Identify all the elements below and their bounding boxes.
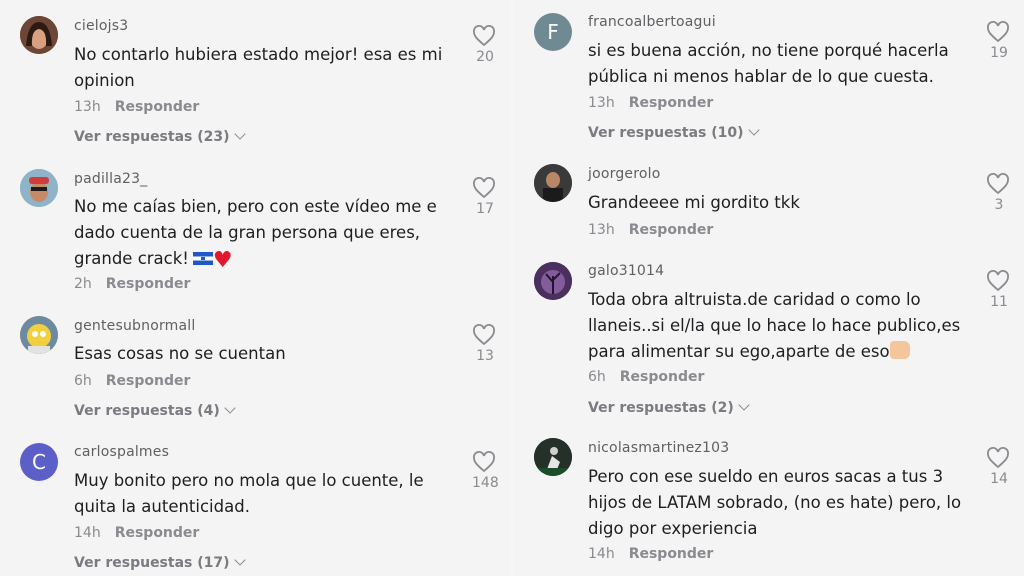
comment-username[interactable]: galo31014 xyxy=(588,263,664,279)
comment-username[interactable]: carlospalmes xyxy=(74,444,169,460)
view-replies-button[interactable]: Ver respuestas (10) xyxy=(588,124,760,141)
like-button[interactable]: 14 xyxy=(986,447,1012,487)
like-button[interactable]: 13 xyxy=(472,324,498,364)
chevron-down-icon xyxy=(224,402,236,414)
honduras-flag-emoji xyxy=(192,252,213,265)
comment-username[interactable]: joorgerolo xyxy=(588,166,661,182)
comment-meta: 13h Responder xyxy=(588,95,713,111)
avatar-photo xyxy=(534,438,572,476)
comment-time: 13h xyxy=(74,99,101,115)
like-button[interactable]: 148 xyxy=(472,451,499,491)
view-replies-button[interactable]: Ver respuestas (17) xyxy=(74,554,246,571)
comment-meta: 2h Responder xyxy=(74,276,190,292)
view-replies-button[interactable]: Ver respuestas (4) xyxy=(74,402,236,419)
heart-outline-icon xyxy=(473,451,495,473)
like-count: 13 xyxy=(476,348,494,364)
reply-button[interactable]: Responder xyxy=(115,99,200,115)
comment-username[interactable]: gentesubnormall xyxy=(74,318,195,334)
reply-button[interactable]: Responder xyxy=(629,222,714,238)
like-count: 14 xyxy=(990,471,1008,487)
heart-outline-icon xyxy=(987,447,1009,469)
comment-meta: 14h Responder xyxy=(74,525,199,541)
heart-outline-icon xyxy=(987,270,1009,292)
reply-button[interactable]: Responder xyxy=(106,276,191,292)
comments-column-right: F francoalbertoagui si es buena acción, … xyxy=(514,0,1024,576)
comment-time: 13h xyxy=(588,222,615,238)
view-replies-button[interactable]: Ver respuestas (2) xyxy=(588,399,750,416)
avatar-photo xyxy=(534,164,572,202)
reply-button[interactable]: Responder xyxy=(629,546,714,562)
comment-text: si es buena acción, no tiene porqué hace… xyxy=(588,41,949,86)
comment-meta: 13h Responder xyxy=(74,99,199,115)
comment-username[interactable]: nicolasmartinez103 xyxy=(588,440,729,456)
avatar[interactable] xyxy=(20,16,58,54)
like-button[interactable]: 20 xyxy=(472,25,498,65)
like-button[interactable]: 19 xyxy=(986,21,1012,61)
like-button[interactable]: 17 xyxy=(472,177,498,217)
avatar-photo xyxy=(20,316,58,354)
heart-outline-icon xyxy=(987,173,1009,195)
comment-time: 2h xyxy=(74,276,92,292)
avatar[interactable] xyxy=(534,438,572,476)
avatar-letter: F xyxy=(547,20,559,44)
comment-text: Grandeeee mi gordito tkk xyxy=(588,193,800,212)
like-count: 3 xyxy=(994,197,1004,213)
comment-text: No me caías bien, pero con este vídeo me… xyxy=(74,197,437,273)
avatar-photo xyxy=(534,262,572,300)
like-count: 17 xyxy=(476,201,494,217)
avatar[interactable]: C xyxy=(20,443,58,481)
like-button[interactable]: 11 xyxy=(986,270,1012,310)
like-count: 11 xyxy=(990,294,1008,310)
heart-outline-icon xyxy=(473,324,495,346)
comment-time: 14h xyxy=(74,525,101,541)
like-count: 148 xyxy=(472,475,499,491)
avatar[interactable] xyxy=(20,316,58,354)
comment-meta: 14h Responder xyxy=(588,546,713,562)
reply-button[interactable]: Responder xyxy=(620,369,705,385)
heart-outline-icon xyxy=(473,177,495,199)
like-button[interactable]: 3 xyxy=(986,173,1012,213)
avatar-letter: C xyxy=(32,450,46,474)
comment-text: Pero con ese sueldo en euros sacas a tus… xyxy=(588,467,962,538)
comment-username[interactable]: cielojs3 xyxy=(74,18,128,34)
comment-time: 13h xyxy=(588,95,615,111)
heart-outline-icon xyxy=(987,21,1009,43)
avatar-photo xyxy=(20,16,58,54)
chevron-down-icon xyxy=(233,554,246,566)
chevron-down-icon xyxy=(233,128,246,140)
heart-outline-icon xyxy=(473,25,495,47)
comment-text: No contarlo hubiera estado mejor! esa es… xyxy=(74,45,443,90)
comment-meta: 6h Responder xyxy=(74,373,190,389)
reply-button[interactable]: Responder xyxy=(115,525,200,541)
comment-username[interactable]: francoalbertoagui xyxy=(588,14,716,30)
chevron-down-icon xyxy=(738,399,750,411)
comment-text: Esas cosas no se cuentan xyxy=(74,344,286,363)
avatar[interactable] xyxy=(534,164,572,202)
like-count: 20 xyxy=(476,49,494,65)
comment-text: Muy bonito pero no mola que lo cuente, l… xyxy=(74,471,424,516)
like-count: 19 xyxy=(990,45,1008,61)
view-replies-button[interactable]: Ver respuestas (23) xyxy=(74,128,246,145)
comment-text: Toda obra altruista.de caridad o como lo… xyxy=(588,290,961,361)
comment-time: 6h xyxy=(74,373,92,389)
chevron-down-icon xyxy=(747,124,760,136)
comment-username[interactable]: padilla23_ xyxy=(74,171,147,187)
red-heart-emoji: ♥ xyxy=(212,248,233,273)
avatar[interactable] xyxy=(20,169,58,207)
comment-meta: 13h Responder xyxy=(588,222,713,238)
avatar[interactable]: F xyxy=(534,13,572,51)
avatar-photo xyxy=(20,169,58,207)
reply-button[interactable]: Responder xyxy=(106,373,191,389)
comments-column-left: cielojs3 No contarlo hubiera estado mejo… xyxy=(0,0,510,576)
comment-meta: 6h Responder xyxy=(588,369,704,385)
reply-button[interactable]: Responder xyxy=(629,95,714,111)
thumbs-up-emoji xyxy=(889,341,910,359)
comment-time: 14h xyxy=(588,546,615,562)
avatar[interactable] xyxy=(534,262,572,300)
comment-time: 6h xyxy=(588,369,606,385)
